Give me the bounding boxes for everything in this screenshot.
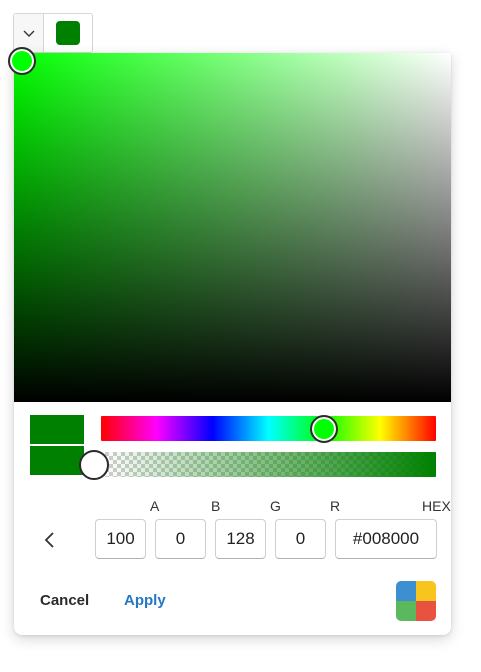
alpha-slider-thumb[interactable] <box>79 449 109 480</box>
color-preview <box>30 415 84 475</box>
palette-swatch <box>416 581 436 601</box>
color-picker-popup: A B G R HEX Cancel Apply <box>8 47 451 635</box>
apply-button[interactable]: Apply <box>124 592 166 609</box>
spectrum-value-layer <box>14 53 451 402</box>
current-color-swatch-wrap <box>44 14 92 52</box>
alpha-label: A <box>150 498 160 514</box>
green-label: G <box>270 498 281 514</box>
chevron-left-icon[interactable] <box>38 528 62 552</box>
green-input[interactable] <box>215 519 266 559</box>
current-color-swatch <box>56 21 80 45</box>
red-input[interactable] <box>275 519 326 559</box>
blue-input[interactable] <box>155 519 206 559</box>
hue-slider-thumb[interactable] <box>310 414 339 443</box>
new-color-preview <box>30 415 84 444</box>
red-label: R <box>330 498 341 514</box>
old-color-preview <box>30 446 84 475</box>
cancel-button[interactable]: Cancel <box>40 592 89 609</box>
palette-icon[interactable] <box>396 581 436 621</box>
blue-label: B <box>211 498 221 514</box>
color-spectrum[interactable] <box>14 53 451 402</box>
palette-swatch <box>416 601 436 621</box>
alpha-gradient <box>101 452 436 477</box>
spectrum-thumb[interactable] <box>8 47 36 75</box>
palette-swatch <box>396 601 416 621</box>
palette-swatch <box>396 581 416 601</box>
alpha-input[interactable] <box>95 519 146 559</box>
hue-slider[interactable] <box>101 416 436 441</box>
hex-input[interactable] <box>335 519 437 559</box>
hex-label: HEX <box>422 498 451 514</box>
alpha-slider[interactable] <box>101 452 436 477</box>
